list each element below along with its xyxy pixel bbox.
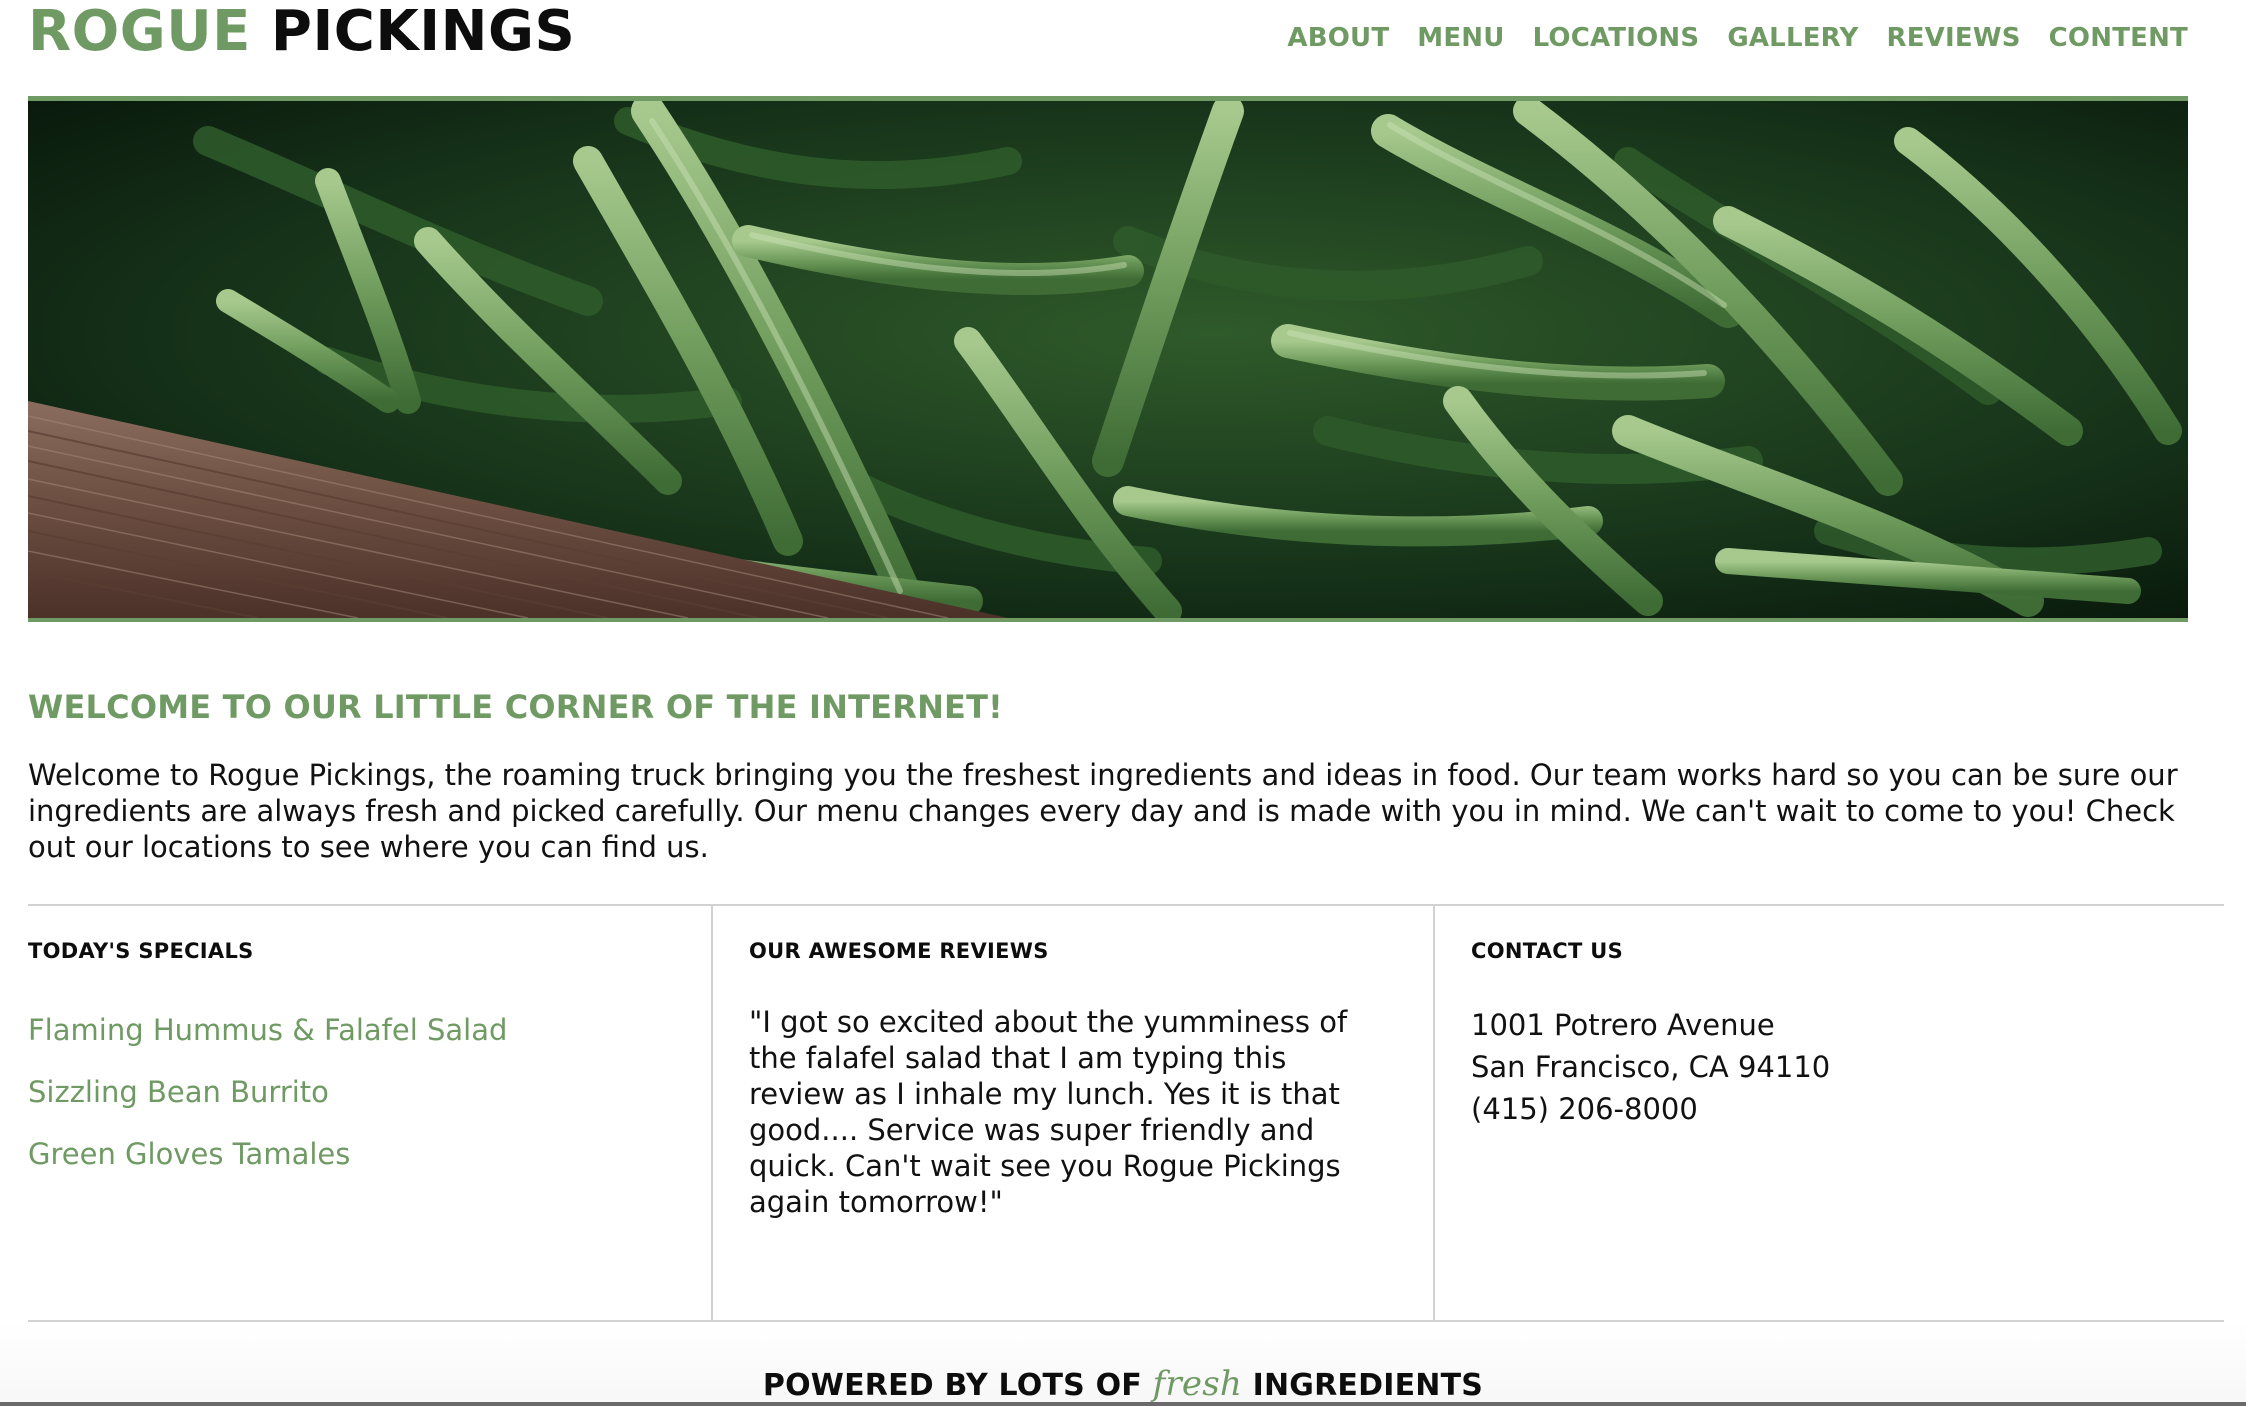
site-header: ROGUE PICKINGS ABOUT MENU LOCATIONS GALL… [28,0,2188,96]
review-quote: "I got so excited about the yumminess of… [749,1005,1348,1219]
special-item-hummus-falafel[interactable]: Flaming Hummus & Falafel Salad [28,1010,711,1050]
green-beans-illustration [28,101,2188,618]
main-nav: ABOUT MENU LOCATIONS GALLERY REVIEWS CON… [1287,20,2188,56]
special-item-bean-burrito[interactable]: Sizzling Bean Burrito [28,1072,711,1112]
nav-link-content[interactable]: CONTENT [2049,20,2188,56]
welcome-paragraph: Welcome to Rogue Pickings, the roaming t… [28,758,2178,864]
contact-details: 1001 Potrero Avenue San Francisco, CA 94… [1471,1004,2224,1130]
hero-banner-image [28,96,2188,622]
specials-column: TODAY'S SPECIALS Flaming Hummus & Falafe… [28,906,713,1320]
nav-link-menu[interactable]: MENU [1417,20,1504,56]
nav-link-reviews[interactable]: REVIEWS [1887,20,2021,56]
specials-list: Flaming Hummus & Falafel Salad Sizzling … [28,1010,711,1174]
contact-phone[interactable]: (415) 206-8000 [1471,1088,2224,1130]
contact-heading: CONTACT US [1471,939,1624,963]
footer-fresh-word: fresh [1152,1364,1242,1404]
site-footer: POWERED BY LOTS OF fresh INGREDIENTS [0,1322,2246,1406]
welcome-heading: WELCOME TO OUR LITTLE CORNER OF THE INTE… [28,687,1003,726]
logo-word-pickings: PICKINGS [270,0,576,64]
special-item-tamales[interactable]: Green Gloves Tamales [28,1134,711,1174]
nav-link-about[interactable]: ABOUT [1287,20,1389,56]
footer-text-before: POWERED BY LOTS OF [762,1368,1142,1403]
reviews-heading: OUR AWESOME REVIEWS [749,939,1049,963]
reviews-column: OUR AWESOME REVIEWS "I got so excited ab… [713,906,1435,1320]
contact-street: 1001 Potrero Avenue [1471,1008,1775,1042]
info-columns: TODAY'S SPECIALS Flaming Hummus & Falafe… [28,904,2224,1322]
contact-column: CONTACT US 1001 Potrero Avenue San Franc… [1435,906,2224,1320]
nav-link-gallery[interactable]: GALLERY [1727,20,1858,56]
logo-word-rogue: ROGUE [28,0,251,64]
site-logo[interactable]: ROGUE PICKINGS [28,0,575,64]
bottom-divider [0,1402,2246,1406]
nav-link-locations[interactable]: LOCATIONS [1533,20,1700,56]
footer-text-after: INGREDIENTS [1252,1368,1484,1403]
contact-city: San Francisco, CA 94110 [1471,1050,1831,1084]
page: ROGUE PICKINGS ABOUT MENU LOCATIONS GALL… [0,0,2246,1406]
footer-tagline: POWERED BY LOTS OF fresh INGREDIENTS [0,1364,2246,1406]
specials-heading: TODAY'S SPECIALS [28,939,254,963]
